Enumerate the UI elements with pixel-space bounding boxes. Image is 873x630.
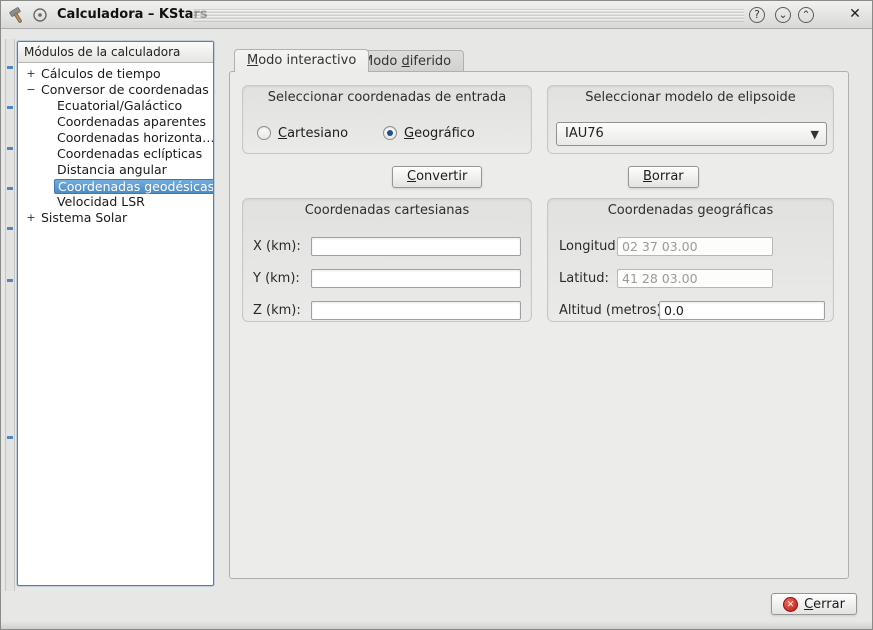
rail-tick bbox=[7, 436, 13, 439]
tree-item-ecuatorial-galactico[interactable]: Ecuatorial/Galáctico bbox=[18, 98, 213, 114]
altitude-label: Altitud (metros): bbox=[559, 303, 666, 318]
close-window-button[interactable]: ✕ bbox=[846, 5, 864, 23]
tab-content: Seleccionar coordenadas de entrada Carte… bbox=[229, 71, 849, 579]
ellipsoid-model-group: Seleccionar modelo de elipsoide IAU76 ▼ bbox=[547, 85, 834, 154]
group-title: Seleccionar modelo de elipsoide bbox=[548, 90, 833, 105]
window-bottom-shadow bbox=[1, 621, 872, 629]
rail-tick bbox=[7, 227, 13, 230]
tree-item-coordenadas-aparentes[interactable]: Coordenadas aparentes bbox=[18, 114, 213, 130]
shade-button[interactable]: ⌄ bbox=[775, 7, 791, 23]
rail-tick bbox=[7, 106, 13, 109]
tab-modo-interactivo[interactable]: Modo interactivo bbox=[234, 49, 369, 72]
app-dial-icon bbox=[32, 7, 48, 23]
altitude-input[interactable] bbox=[659, 301, 825, 320]
module-tree: + Cálculos de tiempo − Conversor de coor… bbox=[18, 63, 213, 226]
x-input[interactable] bbox=[311, 237, 521, 256]
rail-tick bbox=[7, 279, 13, 282]
window-title: Calculadora – KStars bbox=[57, 1, 208, 28]
rail-tick bbox=[7, 187, 13, 190]
chevron-down-icon: ▼ bbox=[811, 124, 819, 146]
combobox-value: IAU76 bbox=[565, 126, 604, 141]
titlebar[interactable]: Calculadora – KStars ? ⌄ ⌃ ✕ bbox=[1, 1, 872, 29]
group-title: Coordenadas geográficas bbox=[548, 203, 833, 218]
radio-label: Cartesiano bbox=[278, 126, 348, 141]
kstars-calculator-window: Calculadora – KStars ? ⌄ ⌃ ✕ Módulos de … bbox=[0, 0, 873, 630]
radio-circle-icon bbox=[383, 126, 397, 140]
left-rail bbox=[5, 39, 15, 591]
close-button-label: Cerrar bbox=[804, 597, 845, 612]
module-tree-panel: Módulos de la calculadora + Cálculos de … bbox=[17, 41, 214, 586]
y-label: Y (km): bbox=[253, 271, 300, 286]
tree-header[interactable]: Módulos de la calculadora bbox=[18, 42, 213, 63]
close-dialog-button[interactable]: ✕ Cerrar bbox=[771, 593, 857, 615]
tree-item-velocidad-lsr[interactable]: Velocidad LSR bbox=[18, 194, 213, 210]
tree-item-sistema-solar[interactable]: + Sistema Solar bbox=[18, 210, 213, 226]
tree-item-conversor-coordenadas[interactable]: − Conversor de coordenadas bbox=[18, 82, 213, 98]
radio-circle-icon bbox=[257, 126, 271, 140]
tree-item-coordenadas-eclipticas[interactable]: Coordenadas eclípticas bbox=[18, 146, 213, 162]
rail-tick bbox=[7, 147, 13, 150]
longitude-input bbox=[617, 237, 773, 256]
x-label: X (km): bbox=[253, 239, 301, 254]
group-title: Seleccionar coordenadas de entrada bbox=[243, 90, 531, 105]
maximize-button[interactable]: ⌃ bbox=[798, 7, 814, 23]
z-label: Z (km): bbox=[253, 303, 301, 318]
tree-item-coordenadas-geodesicas[interactable]: Coordenadas geodésicas bbox=[18, 178, 213, 194]
y-input[interactable] bbox=[311, 269, 521, 288]
latitude-input bbox=[617, 269, 773, 288]
expand-icon[interactable]: + bbox=[24, 210, 38, 226]
titlebar-stripes bbox=[193, 9, 744, 22]
tree-item-calculos-tiempo[interactable]: + Cálculos de tiempo bbox=[18, 66, 213, 82]
help-button[interactable]: ? bbox=[749, 7, 765, 23]
longitude-label: Longitud: bbox=[559, 239, 620, 254]
clear-button[interactable]: Borrar bbox=[628, 166, 699, 188]
collapse-icon[interactable]: − bbox=[24, 82, 38, 98]
ellipsoid-combobox[interactable]: IAU76 ▼ bbox=[556, 122, 827, 146]
input-coordinates-group: Seleccionar coordenadas de entrada Carte… bbox=[242, 85, 532, 154]
group-title: Coordenadas cartesianas bbox=[243, 203, 531, 218]
expand-icon[interactable]: + bbox=[24, 66, 38, 82]
geographic-coordinates-group: Coordenadas geográficas Longitud: Latitu… bbox=[547, 198, 834, 322]
z-input[interactable] bbox=[311, 301, 521, 320]
tree-item-coordenadas-horizontales[interactable]: Coordenadas horizonta… bbox=[18, 130, 213, 146]
convert-button[interactable]: Convertir bbox=[392, 166, 482, 188]
tree-item-distancia-angular[interactable]: Distancia angular bbox=[18, 162, 213, 178]
app-hammer-icon[interactable] bbox=[8, 6, 26, 24]
radio-cartesiano[interactable]: Cartesiano bbox=[257, 124, 348, 142]
cartesian-coordinates-group: Coordenadas cartesianas X (km): Y (km): … bbox=[242, 198, 532, 322]
rail-tick bbox=[7, 66, 13, 69]
radio-label: Geográfico bbox=[404, 126, 475, 141]
radio-geografico[interactable]: Geográfico bbox=[383, 124, 475, 142]
close-red-x-icon: ✕ bbox=[783, 597, 798, 612]
latitude-label: Latitud: bbox=[559, 271, 609, 286]
